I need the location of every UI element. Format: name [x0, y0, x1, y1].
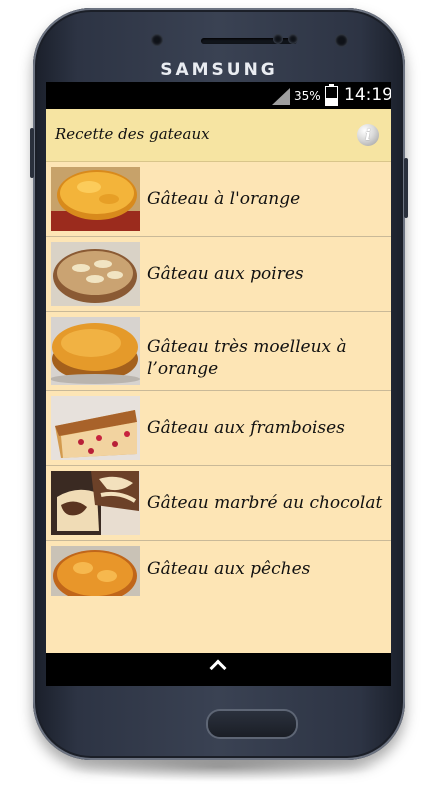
recipe-thumbnail	[51, 546, 140, 596]
status-bar: 35% 14:19	[46, 82, 391, 109]
sensor-icon	[288, 34, 298, 44]
brand-logo: SAMSUNG	[160, 60, 278, 80]
recipe-label: Gâteau aux poires	[147, 264, 304, 284]
list-item[interactable]: Gâteau aux poires	[46, 237, 391, 312]
sensor-icon	[273, 34, 283, 44]
battery-icon	[325, 84, 338, 106]
recipe-label: Gâteau aux framboises	[147, 418, 345, 438]
recipe-thumbnail	[51, 242, 140, 306]
recipe-label: Gâteau marbré au chocolat	[147, 493, 383, 513]
recipe-label: Gâteau aux pêches	[147, 559, 311, 579]
recipe-list: Gâteau à l'orange Gâteau aux poires Gâte…	[46, 162, 391, 653]
volume-button[interactable]	[30, 128, 34, 178]
list-item[interactable]: Gâteau à l'orange	[46, 162, 391, 237]
chevron-up-icon[interactable]	[209, 659, 227, 677]
clock: 14:19	[344, 85, 391, 105]
recipe-label: Gâteau à l'orange	[147, 189, 301, 209]
recipe-thumbnail	[51, 167, 140, 231]
front-camera-icon	[335, 34, 348, 47]
power-button[interactable]	[404, 158, 408, 218]
nav-bar	[46, 653, 391, 686]
app-title: Recette des gateaux	[55, 125, 210, 143]
battery-percent: 35%	[294, 89, 321, 103]
list-item[interactable]: Gâteau aux framboises	[46, 391, 391, 466]
sensor-icon	[151, 34, 163, 46]
list-item[interactable]: Gâteau très moelleux à l’orange	[46, 312, 391, 391]
signal-icon	[272, 88, 290, 105]
recipe-thumbnail	[51, 317, 140, 385]
recipe-thumbnail	[51, 396, 140, 460]
list-item[interactable]: Gâteau marbré au chocolat	[46, 466, 391, 541]
list-item[interactable]: Gâteau aux pêches	[46, 541, 391, 597]
recipe-label: Gâteau très moelleux à l’orange	[147, 337, 347, 379]
recipe-thumbnail	[51, 471, 140, 535]
home-button[interactable]	[208, 711, 296, 737]
app-title-bar: Recette des gateaux i	[46, 109, 391, 162]
info-icon[interactable]: i	[357, 124, 379, 146]
screen: 35% 14:19 Recette des gateaux i Gâteau à…	[46, 82, 391, 686]
